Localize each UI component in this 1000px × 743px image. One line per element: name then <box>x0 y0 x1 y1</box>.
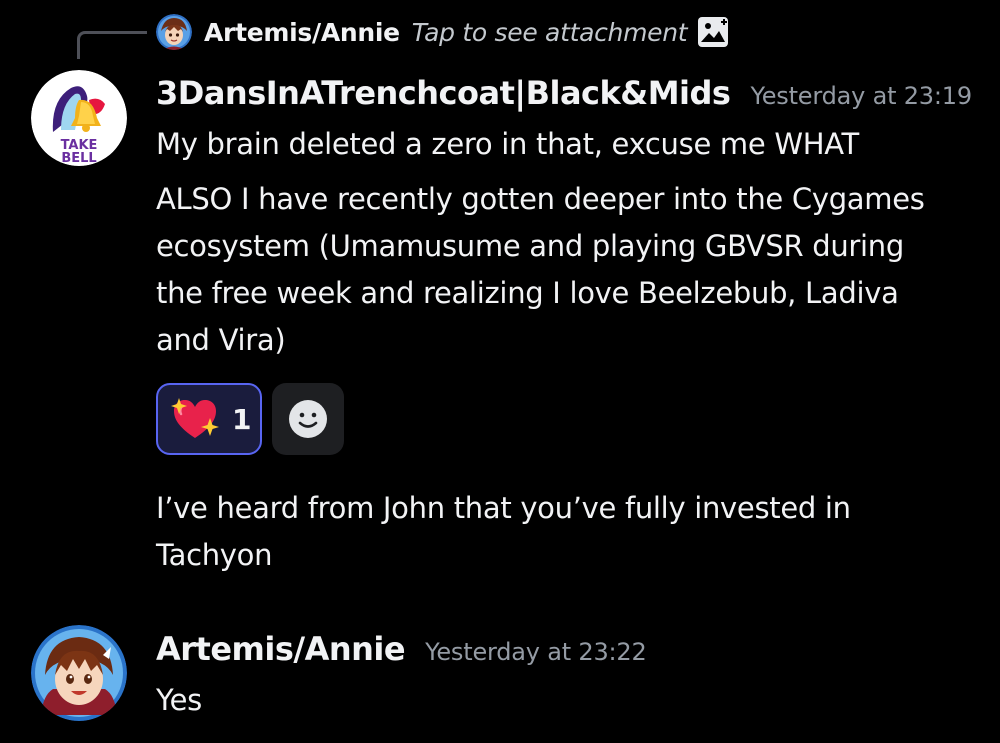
image-icon <box>698 17 729 47</box>
reaction-sparkling-heart[interactable]: 1 <box>156 383 262 455</box>
reactions-bar: 1 <box>156 383 344 455</box>
message-header: Artemis/Annie Yesterday at 23:22 <box>156 630 647 668</box>
message-header: 3DansInATrenchcoat|Black&Mids Yesterday … <box>156 74 972 112</box>
reply-preview[interactable]: Artemis/Annie Tap to see attachment <box>156 12 729 52</box>
message-text: Yes <box>156 683 202 717</box>
message-author[interactable]: 3DansInATrenchcoat|Black&Mids <box>156 74 731 112</box>
message-author[interactable]: Artemis/Annie <box>156 630 406 668</box>
message-text: My brain deleted a zero in that, excuse … <box>156 127 859 161</box>
add-reaction-button[interactable] <box>272 383 344 455</box>
avatar-artemis-annie[interactable] <box>31 625 127 721</box>
reply-author[interactable]: Artemis/Annie <box>204 18 400 47</box>
reply-connector-line <box>77 31 147 59</box>
message-text: ALSO I have recently gotten deeper into … <box>156 182 925 357</box>
sparkling-heart-icon <box>171 398 219 438</box>
svg-text:BELL: BELL <box>61 151 96 166</box>
message-text: I’ve heard from John that you’ve fully i… <box>156 491 851 572</box>
message-timestamp: Yesterday at 23:19 <box>750 82 972 110</box>
smiley-icon <box>289 400 327 438</box>
message-timestamp: Yesterday at 23:22 <box>425 638 647 666</box>
reply-attachment-text[interactable]: Tap to see attachment <box>412 18 688 47</box>
reaction-count: 1 <box>232 402 252 436</box>
reply-avatar[interactable] <box>156 14 192 50</box>
avatar-taco-bell[interactable]: TAKE BELL <box>31 70 127 166</box>
